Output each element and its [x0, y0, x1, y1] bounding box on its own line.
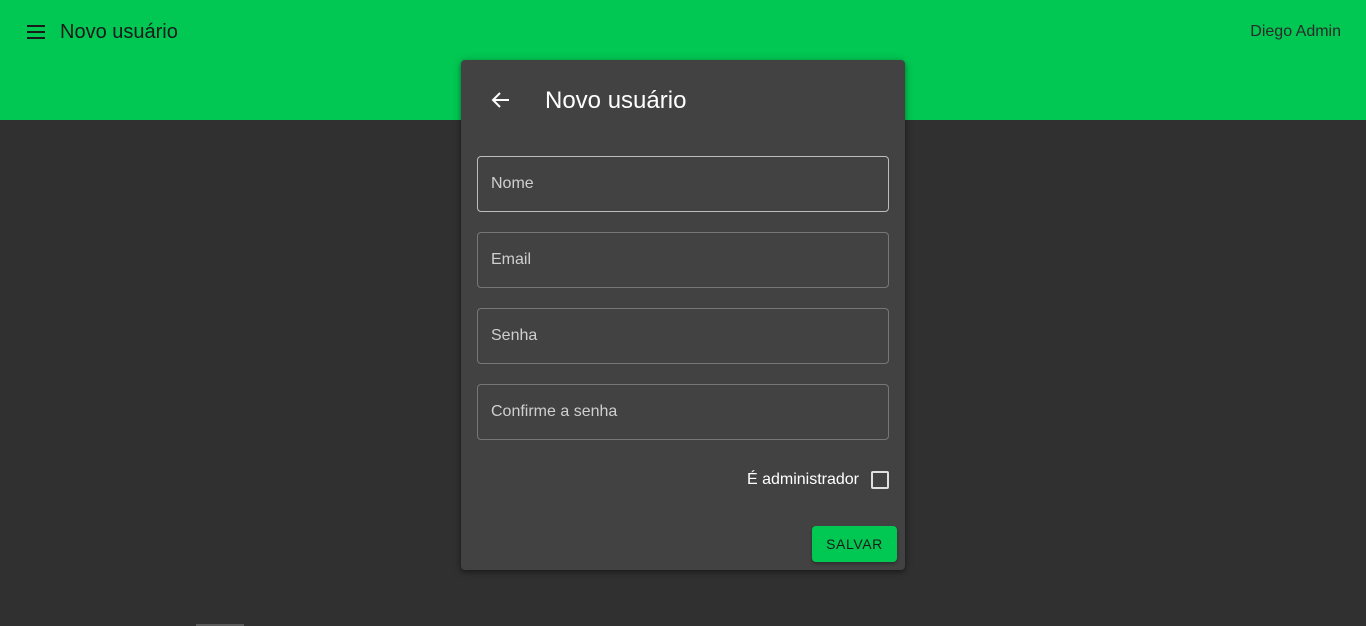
card-title: Novo usuário: [545, 87, 687, 114]
admin-checkbox-row: É administrador: [747, 468, 889, 492]
confirm-password-input[interactable]: [478, 385, 888, 439]
new-user-card: Novo usuário É administrador SALVAR: [461, 60, 905, 570]
password-field[interactable]: [477, 308, 889, 364]
hamburger-menu-icon: [27, 25, 45, 39]
email-input[interactable]: [478, 233, 888, 287]
email-field[interactable]: [477, 232, 889, 288]
menu-button[interactable]: [20, 16, 52, 48]
admin-checkbox[interactable]: [871, 471, 889, 489]
back-button[interactable]: [485, 84, 517, 116]
save-button[interactable]: SALVAR: [812, 526, 897, 562]
user-name[interactable]: Diego Admin: [1250, 21, 1341, 43]
name-field[interactable]: [477, 156, 889, 212]
confirm-password-field[interactable]: [477, 384, 889, 440]
name-input[interactable]: [478, 157, 888, 211]
admin-checkbox-label: É administrador: [746, 471, 859, 488]
page-title: Novo usuário: [60, 21, 178, 43]
password-input[interactable]: [478, 309, 888, 363]
arrow-left-icon: [491, 92, 509, 108]
